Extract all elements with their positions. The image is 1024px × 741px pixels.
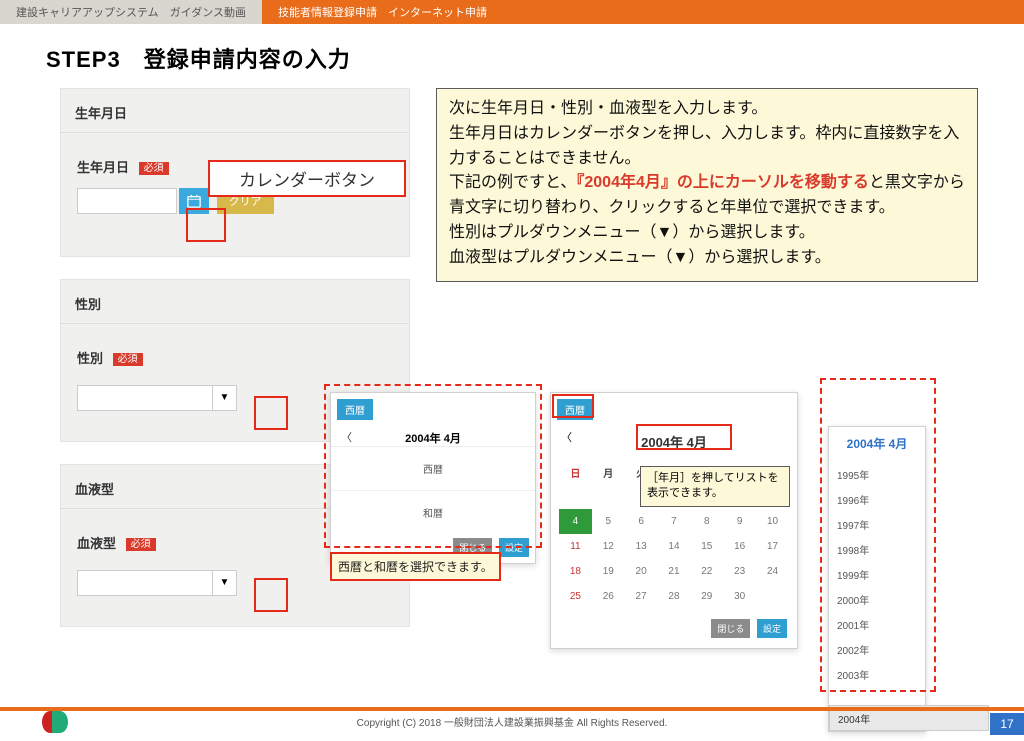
dob-required-badge: 必須 (139, 162, 169, 175)
calendar-day[interactable]: 23 (723, 559, 756, 584)
calendar-day[interactable]: 5 (592, 509, 625, 534)
popup2-close[interactable]: 閉じる (711, 619, 750, 638)
footer-divider (0, 707, 1024, 711)
step-title: STEP3 登録申請内容の入力 (0, 24, 1024, 86)
calendar-day[interactable]: 9 (723, 509, 756, 534)
calendar-day (559, 484, 592, 509)
calendar-button[interactable] (179, 188, 209, 214)
calendar-day[interactable]: 21 (658, 559, 691, 584)
calendar-day[interactable]: 6 (625, 509, 658, 534)
year-option[interactable]: 1995年 (829, 462, 925, 487)
blood-required-badge: 必須 (126, 538, 156, 551)
copyright: Copyright (C) 2018 一般財団法人建設業振興基金 All Rig… (0, 714, 1024, 729)
top-bar: 建設キャリアアップシステム ガイダンス動画 技能者情報登録申請 インターネット申… (0, 0, 1024, 24)
era-switch-button[interactable]: 西暦 (337, 399, 373, 420)
year-option[interactable]: 2003年 (829, 662, 925, 687)
popup1-set[interactable]: 設定 (499, 538, 529, 557)
dow-header: 日 (559, 461, 592, 484)
calendar-popup-month: 西暦 〈 2004年 4月 日月火水木金土 123456789101112131… (550, 392, 798, 649)
blood-select[interactable]: ▼ (77, 570, 237, 596)
popup1-yearmonth[interactable]: 2004年 4月 (331, 430, 535, 446)
calendar-day[interactable]: 18 (559, 559, 592, 584)
calendar-popup-era: 西暦 〈 2004年 4月 西暦 和暦 閉じる 設定 (330, 392, 536, 564)
topbar-left: 建設キャリアアップシステム ガイダンス動画 (0, 0, 262, 24)
era-switch-button-2[interactable]: 西暦 (557, 399, 593, 420)
panel-dob-header: 生年月日 (61, 89, 409, 133)
topbar-right: 技能者情報登録申請 インターネット申請 (262, 0, 1024, 24)
panel-sex-header: 性別 (61, 280, 409, 324)
calendar-day[interactable]: 16 (723, 534, 756, 559)
calendar-day[interactable]: 13 (625, 534, 658, 559)
explain-line4: 性別はプルダウンメニュー（▼）から選択します。 (449, 221, 965, 246)
era-option-seireki[interactable]: 西暦 (331, 446, 535, 490)
sex-label: 性別 (77, 348, 103, 367)
explanation-box: 次に生年月日・性別・血液型を入力します。 生年月日はカレンダーボタンを押し、入力… (436, 88, 978, 282)
calendar-day[interactable]: 8 (690, 509, 723, 534)
chevron-left-icon[interactable]: 〈 (561, 429, 572, 445)
calendar-day (756, 584, 789, 609)
sex-required-badge: 必須 (113, 353, 143, 366)
era-option-wareki[interactable]: 和暦 (331, 490, 535, 534)
annotation-calendar-label: カレンダーボタン (208, 160, 406, 197)
dow-header: 月 (592, 461, 625, 484)
calendar-day[interactable]: 7 (658, 509, 691, 534)
explain-line1: 次に生年月日・性別・血液型を入力します。 (449, 97, 965, 122)
year-option[interactable]: 2002年 (829, 637, 925, 662)
year-option[interactable]: 1996年 (829, 487, 925, 512)
dob-label: 生年月日 (77, 157, 129, 176)
calendar-day[interactable]: 26 (592, 584, 625, 609)
calendar-day[interactable]: 30 (723, 584, 756, 609)
blood-label: 血液型 (77, 533, 116, 552)
explain-line5: 血液型はプルダウンメニュー（▼）から選択します。 (449, 246, 965, 271)
chevron-left-icon[interactable]: 〈 (341, 429, 352, 445)
calendar-day[interactable]: 12 (592, 534, 625, 559)
calendar-icon (187, 194, 201, 208)
calendar-day[interactable]: 4 (559, 509, 592, 534)
calendar-day[interactable]: 11 (559, 534, 592, 559)
calendar-day[interactable]: 22 (690, 559, 723, 584)
year-option[interactable]: 1999年 (829, 562, 925, 587)
calendar-day[interactable]: 15 (690, 534, 723, 559)
calendar-day (592, 484, 625, 509)
popup2-tip: ［年月］を押してリストを表示できます。 (640, 466, 790, 507)
popup2-set[interactable]: 設定 (757, 619, 787, 638)
calendar-day[interactable]: 14 (658, 534, 691, 559)
calendar-day[interactable]: 28 (658, 584, 691, 609)
popup2-yearmonth[interactable]: 2004年 4月 (551, 432, 797, 451)
calendar-day[interactable]: 20 (625, 559, 658, 584)
calendar-day[interactable]: 25 (559, 584, 592, 609)
calendar-day[interactable]: 24 (756, 559, 789, 584)
year-list-panel: 2004年 4月 1995年1996年1997年1998年1999年2000年2… (828, 426, 926, 732)
chevron-down-icon: ▼ (212, 571, 236, 595)
explain-line3: 下記の例ですと、『2004年4月』の上にカーソルを移動すると黒文字から青文字に切… (449, 171, 965, 221)
year-option[interactable]: 2001年 (829, 612, 925, 637)
chevron-down-icon: ▼ (212, 386, 236, 410)
year-option[interactable]: 2000年 (829, 587, 925, 612)
yearlist-header: 2004年 4月 (829, 427, 925, 462)
explain-line2: 生年月日はカレンダーボタンを押し、入力します。枠内に直接数字を入力することはでき… (449, 122, 965, 172)
calendar-day[interactable]: 17 (756, 534, 789, 559)
calendar-day[interactable]: 29 (690, 584, 723, 609)
year-option[interactable]: 1997年 (829, 512, 925, 537)
sex-select[interactable]: ▼ (77, 385, 237, 411)
year-option[interactable]: 1998年 (829, 537, 925, 562)
calendar-day[interactable]: 10 (756, 509, 789, 534)
calendar-day[interactable]: 19 (592, 559, 625, 584)
calendar-day[interactable]: 27 (625, 584, 658, 609)
popup1-caption: 西暦と和暦を選択できます。 (330, 552, 501, 581)
dob-input[interactable] (77, 188, 177, 214)
page-number: 17 (990, 713, 1024, 735)
